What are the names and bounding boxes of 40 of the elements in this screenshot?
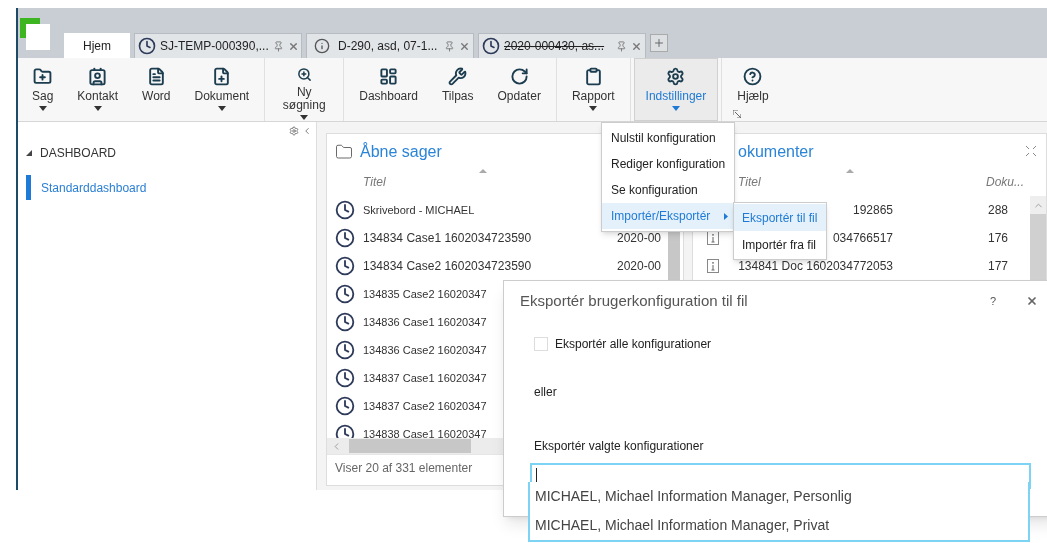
case-title: 134836 Case2 16020347 — [363, 342, 487, 358]
checkbox-label: Eksportér alle konfigurationer — [555, 336, 712, 353]
case-title: 134836 Case1 16020347 — [363, 314, 487, 330]
tab-label: Hjem — [83, 38, 111, 55]
document-title: 034766517 — [832, 230, 893, 247]
document-title: 192865 — [852, 202, 893, 219]
case-title: Skrivebord - MICHAEL — [363, 202, 475, 218]
case-title: 134835 Case2 16020347 — [363, 286, 487, 302]
ribbon-label: Dokument — [194, 90, 250, 103]
panel-title: Åbne sager — [360, 141, 442, 162]
footer-text: Viser 20 af 331 elementer — [335, 459, 473, 477]
document-title: 134841 Doc 1602034772053 — [738, 258, 893, 275]
case-title: 134837 Case2 16020347 — [363, 398, 487, 414]
case-title: 134834 Case1 1602034723590 — [363, 230, 533, 247]
case-title: 134838 Case1 16020347 — [363, 426, 487, 438]
section-label: DASHBOARD — [40, 145, 116, 162]
ribbon-label: Tilpas — [441, 90, 474, 103]
tab-label: 2020-000430, as... — [504, 38, 605, 55]
field-label: Eksportér valgte konfigurationer — [534, 439, 704, 453]
case-number: 2020-00 — [617, 258, 662, 275]
ribbon-label: Rapport — [571, 90, 615, 103]
panel-title: okumenter — [738, 142, 814, 162]
tab-label: SJ-TEMP-000390,... — [160, 38, 269, 55]
dialog-title: Eksportér brugerkonfiguration til fil — [520, 290, 748, 311]
document-number: 288 — [988, 202, 1009, 219]
document-number: 176 — [988, 230, 1009, 247]
case-number: 2020-00 — [617, 230, 662, 247]
ribbon-label: Opdater — [497, 90, 541, 103]
document-number: 177 — [988, 258, 1009, 275]
tab-label: D-290, asd, 07-1... — [338, 38, 438, 55]
or-text: eller — [534, 385, 557, 399]
ribbon-label: Dashboard — [359, 90, 418, 103]
case-title: 134834 Case2 1602034723590 — [363, 258, 533, 275]
case-title: 134837 Case1 16020347 — [363, 370, 487, 386]
ribbon-label: Hjælp — [737, 90, 769, 103]
ribbon-label: Ny søgning — [281, 86, 327, 112]
ribbon-label: Indstillinger — [645, 90, 707, 103]
ribbon-label: Word — [142, 90, 171, 103]
ribbon-label: Sag — [32, 90, 54, 103]
ribbon-label: Kontakt — [77, 90, 119, 103]
